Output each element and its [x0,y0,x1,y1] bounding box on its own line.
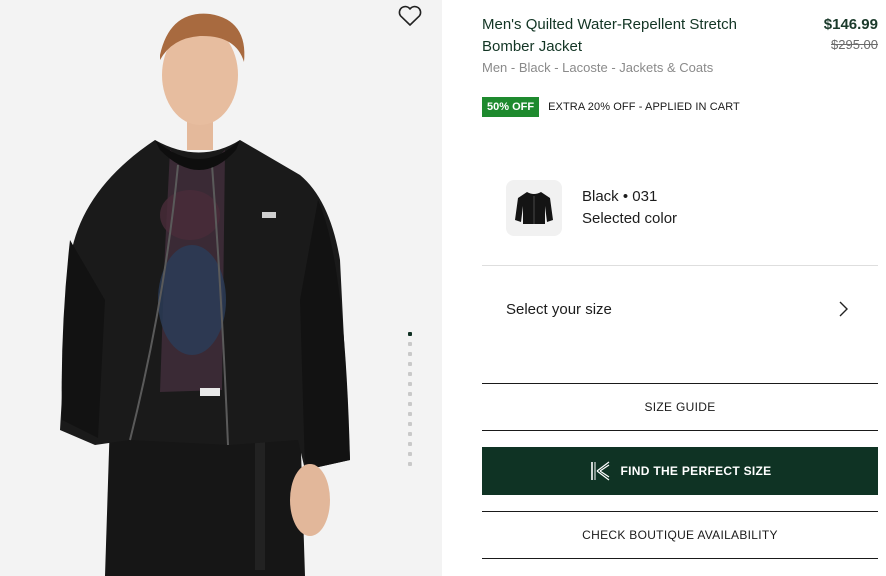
discount-badge: 50% OFF [482,97,540,117]
gallery-dot[interactable] [408,432,412,436]
color-name: Black • 031 [582,188,658,205]
gallery-dot[interactable] [408,342,412,346]
gallery-dot[interactable] [408,462,412,466]
size-selector[interactable]: Select your size [482,288,878,330]
product-image-pane[interactable] [0,0,442,576]
check-boutique-label: CHECK BOUTIQUE AVAILABILITY [582,528,778,542]
price-block: $146.99 $295.00 [824,16,878,52]
selected-color[interactable]: Black • 031 Selected color [506,180,677,236]
product-photo [60,13,350,576]
divider [482,265,878,266]
original-price: $295.00 [831,37,878,52]
promo-text: EXTRA 20% OFF - APPLIED IN CART [548,101,740,113]
gallery-dot[interactable] [408,402,412,406]
gallery-dot[interactable] [408,442,412,446]
jacket-thumbnail-icon [515,192,553,224]
gallery-dot[interactable] [408,422,412,426]
size-guide-label: SIZE GUIDE [644,400,716,414]
wishlist-button[interactable] [396,3,424,29]
gallery-dot[interactable] [408,362,412,366]
gallery-dot[interactable] [408,382,412,386]
find-perfect-size-button[interactable]: FIND THE PERFECT SIZE [482,447,878,495]
chevron-right-icon [839,301,848,317]
color-subtitle: Selected color [582,210,678,227]
product-title: Men's Quilted Water-Repellent Stretch Bo… [482,16,737,55]
heart-icon [398,5,422,26]
current-price: $146.99 [823,16,878,33]
color-text: Black • 031 Selected color [582,186,677,230]
size-selector-label: Select your size [506,300,612,318]
check-boutique-button[interactable]: CHECK BOUTIQUE AVAILABILITY [482,511,878,559]
kiwi-sizing-icon [590,461,609,481]
gallery-dot[interactable] [408,372,412,376]
gallery-dot[interactable] [408,392,412,396]
promo-row: 50% OFF EXTRA 20% OFF - APPLIED IN CART [482,97,740,117]
find-perfect-size-label: FIND THE PERFECT SIZE [620,464,772,478]
product-breadcrumb: Men - Black - Lacoste - Jackets & Coats [482,60,714,75]
gallery-dot[interactable] [408,412,412,416]
gallery-dot[interactable] [408,332,412,336]
color-thumbnail[interactable] [506,180,562,236]
gallery-dot[interactable] [408,452,412,456]
size-guide-button[interactable]: SIZE GUIDE [482,383,878,431]
gallery-dot[interactable] [408,352,412,356]
gallery-pagination [406,332,414,472]
